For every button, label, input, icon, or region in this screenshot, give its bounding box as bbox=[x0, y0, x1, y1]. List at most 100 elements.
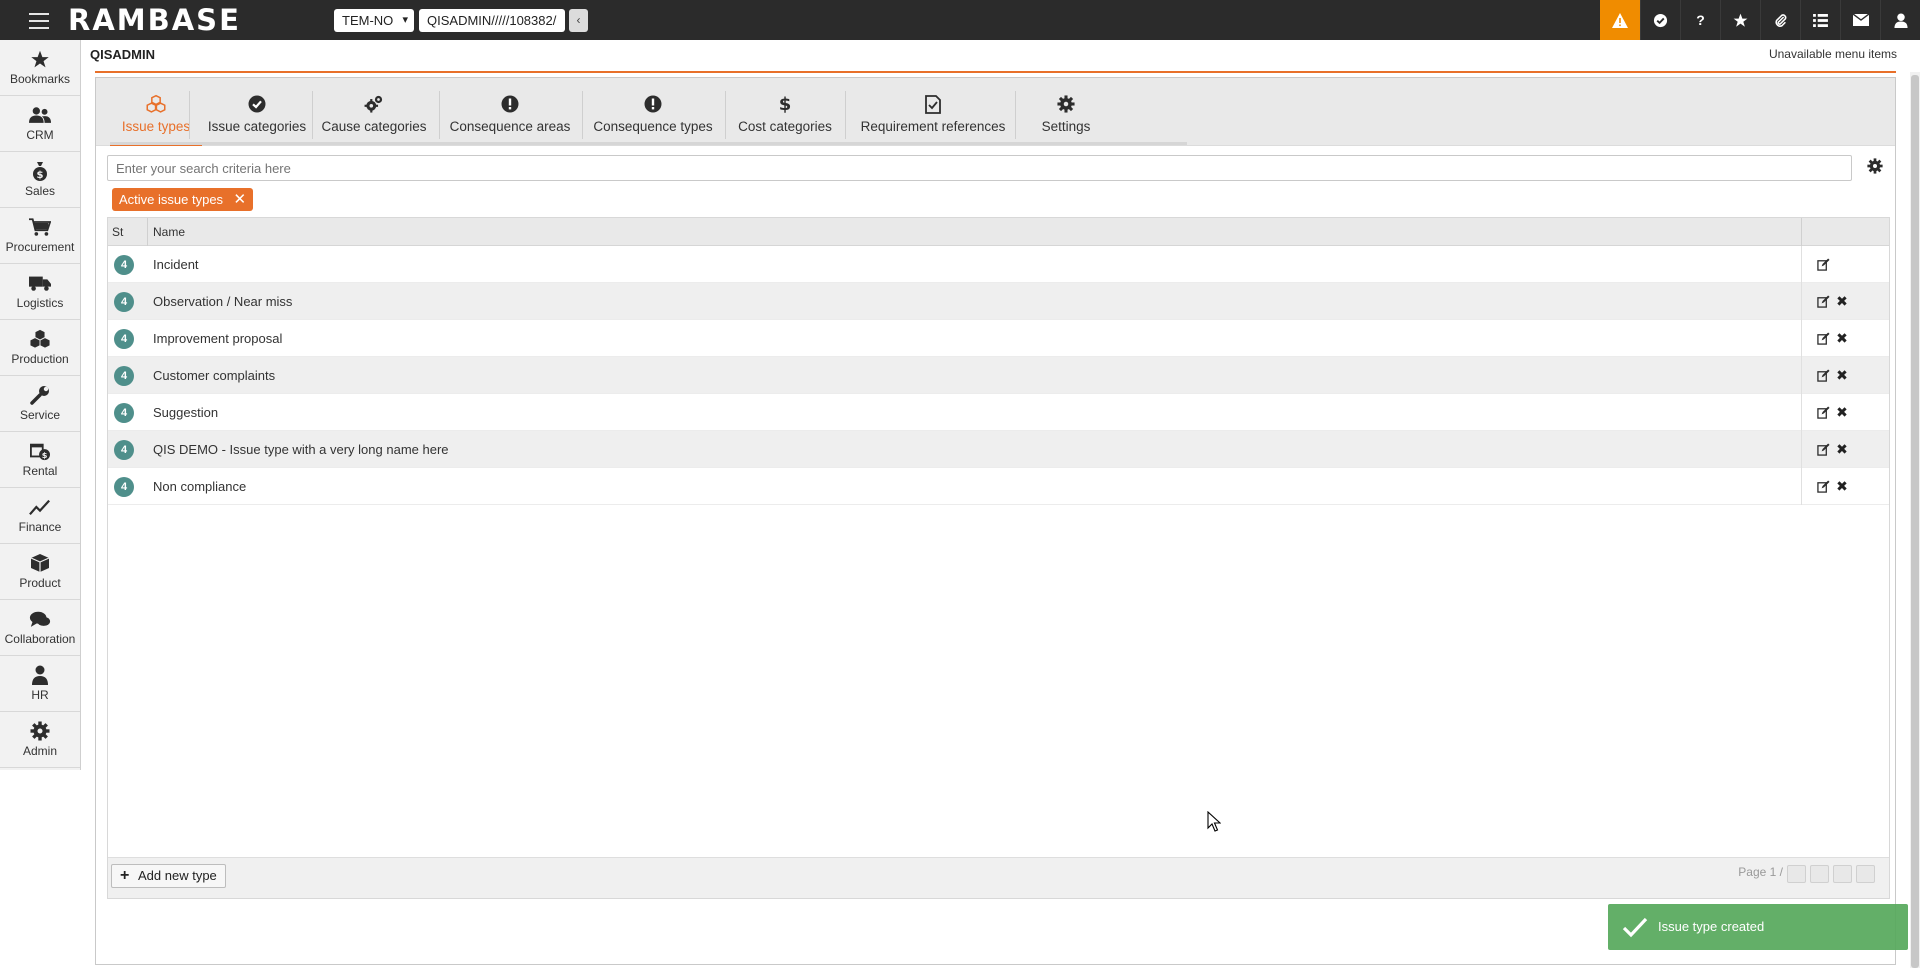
issue-type-name: Suggestion bbox=[153, 405, 219, 420]
page-scrollbar[interactable] bbox=[1910, 72, 1920, 968]
tab-divider bbox=[312, 91, 313, 139]
status-badge: 4 bbox=[114, 477, 134, 497]
edit-icon[interactable] bbox=[1816, 479, 1830, 493]
star-icon[interactable] bbox=[1720, 0, 1760, 40]
top-icon-bar: ? bbox=[1600, 0, 1920, 40]
issue-type-name: Non compliance bbox=[153, 479, 247, 494]
tab-issue-categories[interactable]: Issue categories bbox=[205, 85, 309, 145]
table-row[interactable]: 4 QIS DEMO - Issue type with a very long… bbox=[108, 431, 1889, 468]
nav-item-bookmarks[interactable]: Bookmarks bbox=[0, 40, 80, 96]
help-icon[interactable]: ? bbox=[1680, 0, 1720, 40]
back-button[interactable]: ‹ bbox=[569, 9, 588, 32]
last-page-button[interactable] bbox=[1856, 865, 1875, 883]
filter-chip-active-issue-types[interactable]: Active issue types ✕ bbox=[112, 188, 254, 211]
tab-consequence-types[interactable]: Consequence types bbox=[593, 85, 713, 145]
nav-label: HR bbox=[31, 688, 49, 702]
edit-icon[interactable] bbox=[1816, 368, 1830, 382]
user-icon[interactable] bbox=[1880, 0, 1920, 40]
nav-item-procurement[interactable]: Procurement bbox=[0, 208, 80, 264]
table-row[interactable]: 4 Non compliance ✖ bbox=[108, 468, 1889, 505]
nav-item-admin[interactable]: Admin bbox=[0, 712, 80, 768]
nav-label: CRM bbox=[26, 128, 54, 142]
tab-requirement-references[interactable]: Requirement references bbox=[858, 85, 1008, 145]
edit-icon[interactable] bbox=[1816, 294, 1830, 308]
table-row[interactable]: 4 Incident bbox=[108, 246, 1889, 283]
search-input[interactable] bbox=[107, 155, 1852, 181]
checklist-icon bbox=[923, 94, 943, 114]
rambase-logo[interactable]: RAMBASE bbox=[68, 3, 241, 37]
column-divider bbox=[1801, 218, 1802, 246]
nav-item-crm[interactable]: CRM bbox=[0, 96, 80, 152]
table-row[interactable]: 4 Customer complaints ✖ bbox=[108, 357, 1889, 394]
mail-icon[interactable] bbox=[1840, 0, 1880, 40]
page-indicator: Page 1 / 1 bbox=[1738, 865, 1793, 879]
column-divider bbox=[147, 218, 148, 246]
delete-icon[interactable]: ✖ bbox=[1835, 368, 1849, 382]
nav-label: Production bbox=[11, 352, 69, 366]
tab-settings[interactable]: Settings bbox=[1021, 85, 1111, 145]
cubes-icon bbox=[29, 329, 51, 349]
delete-icon[interactable]: ✖ bbox=[1835, 442, 1849, 456]
success-toast[interactable]: Issue type created bbox=[1608, 904, 1908, 950]
paperclip-icon[interactable] bbox=[1760, 0, 1800, 40]
table-row[interactable]: 4 Suggestion ✖ bbox=[108, 394, 1889, 431]
column-header-name[interactable]: Name bbox=[153, 218, 185, 246]
scrollbar-thumb[interactable] bbox=[1911, 75, 1919, 968]
shield-check-icon[interactable] bbox=[1640, 0, 1680, 40]
edit-icon[interactable] bbox=[1816, 331, 1830, 345]
next-page-button[interactable] bbox=[1833, 865, 1852, 883]
tab-cost-categories[interactable]: $ Cost categories bbox=[737, 85, 833, 145]
tab-cause-categories[interactable]: Cause categories bbox=[316, 85, 432, 145]
search-row bbox=[107, 155, 1887, 183]
person-icon bbox=[29, 665, 51, 685]
nav-item-product[interactable]: Product bbox=[0, 544, 80, 600]
issue-type-name: QIS DEMO - Issue type with a very long n… bbox=[153, 442, 449, 457]
nav-item-logistics[interactable]: Logistics bbox=[0, 264, 80, 320]
nav-item-finance[interactable]: Finance bbox=[0, 488, 80, 544]
location-input[interactable]: QISADMIN/////108382/ bbox=[419, 9, 565, 32]
delete-icon[interactable]: ✖ bbox=[1835, 479, 1849, 493]
nav-item-production[interactable]: Production bbox=[0, 320, 80, 376]
nav-label: Service bbox=[19, 408, 60, 422]
company-select[interactable]: TEM-NO ▾ bbox=[334, 9, 414, 32]
column-divider bbox=[1801, 468, 1802, 505]
add-new-type-button[interactable]: + Add new type bbox=[111, 864, 226, 888]
delete-icon[interactable]: ✖ bbox=[1835, 405, 1849, 419]
close-icon[interactable]: ✕ bbox=[233, 188, 246, 211]
table-row[interactable]: 4 Improvement proposal ✖ bbox=[108, 320, 1889, 357]
unavailable-menu-items-link[interactable]: Unavailable menu items bbox=[1769, 47, 1897, 61]
status-badge: 4 bbox=[114, 403, 134, 423]
list-icon[interactable] bbox=[1800, 0, 1840, 40]
nav-item-hr[interactable]: HR bbox=[0, 656, 80, 712]
hamburger-menu-icon[interactable] bbox=[26, 10, 52, 30]
tab-consequence-areas[interactable]: Consequence areas bbox=[450, 85, 570, 145]
issue-types-panel: Issue types Issue categories Cause categ… bbox=[95, 77, 1896, 965]
edit-icon[interactable] bbox=[1816, 442, 1830, 456]
nav-item-collaboration[interactable]: Collaboration bbox=[0, 600, 80, 656]
table-row[interactable]: 4 Observation / Near miss ✖ bbox=[108, 283, 1889, 320]
column-header-status[interactable]: St bbox=[112, 218, 123, 246]
issue-type-name: Customer complaints bbox=[153, 368, 276, 383]
delete-icon[interactable]: ✖ bbox=[1835, 294, 1849, 308]
table-body: 4 Incident 4 Observation / Near miss ✖ 4… bbox=[108, 246, 1889, 505]
nav-item-rental[interactable]: $ Rental bbox=[0, 432, 80, 488]
status-badge: 4 bbox=[114, 292, 134, 312]
edit-icon[interactable] bbox=[1816, 257, 1830, 271]
svg-text:$: $ bbox=[779, 94, 791, 114]
money-bag-icon: $ bbox=[29, 161, 51, 181]
table-header: St Name bbox=[108, 218, 1889, 246]
mouse-cursor-icon bbox=[1207, 810, 1222, 833]
nav-label: Rental bbox=[22, 464, 58, 478]
chat-icon bbox=[29, 609, 51, 629]
previous-page-button[interactable] bbox=[1810, 865, 1829, 883]
nav-item-sales[interactable]: $ Sales bbox=[0, 152, 80, 208]
filter-chip-label: Active issue types bbox=[119, 192, 224, 207]
chevron-down-icon: ▾ bbox=[402, 14, 408, 26]
nav-item-service[interactable]: Service bbox=[0, 376, 80, 432]
truck-icon bbox=[29, 273, 51, 293]
edit-icon[interactable] bbox=[1816, 405, 1830, 419]
delete-icon[interactable]: ✖ bbox=[1835, 331, 1849, 345]
first-page-button[interactable] bbox=[1787, 865, 1806, 883]
gear-icon[interactable] bbox=[1867, 158, 1887, 178]
alert-icon[interactable] bbox=[1600, 0, 1640, 40]
